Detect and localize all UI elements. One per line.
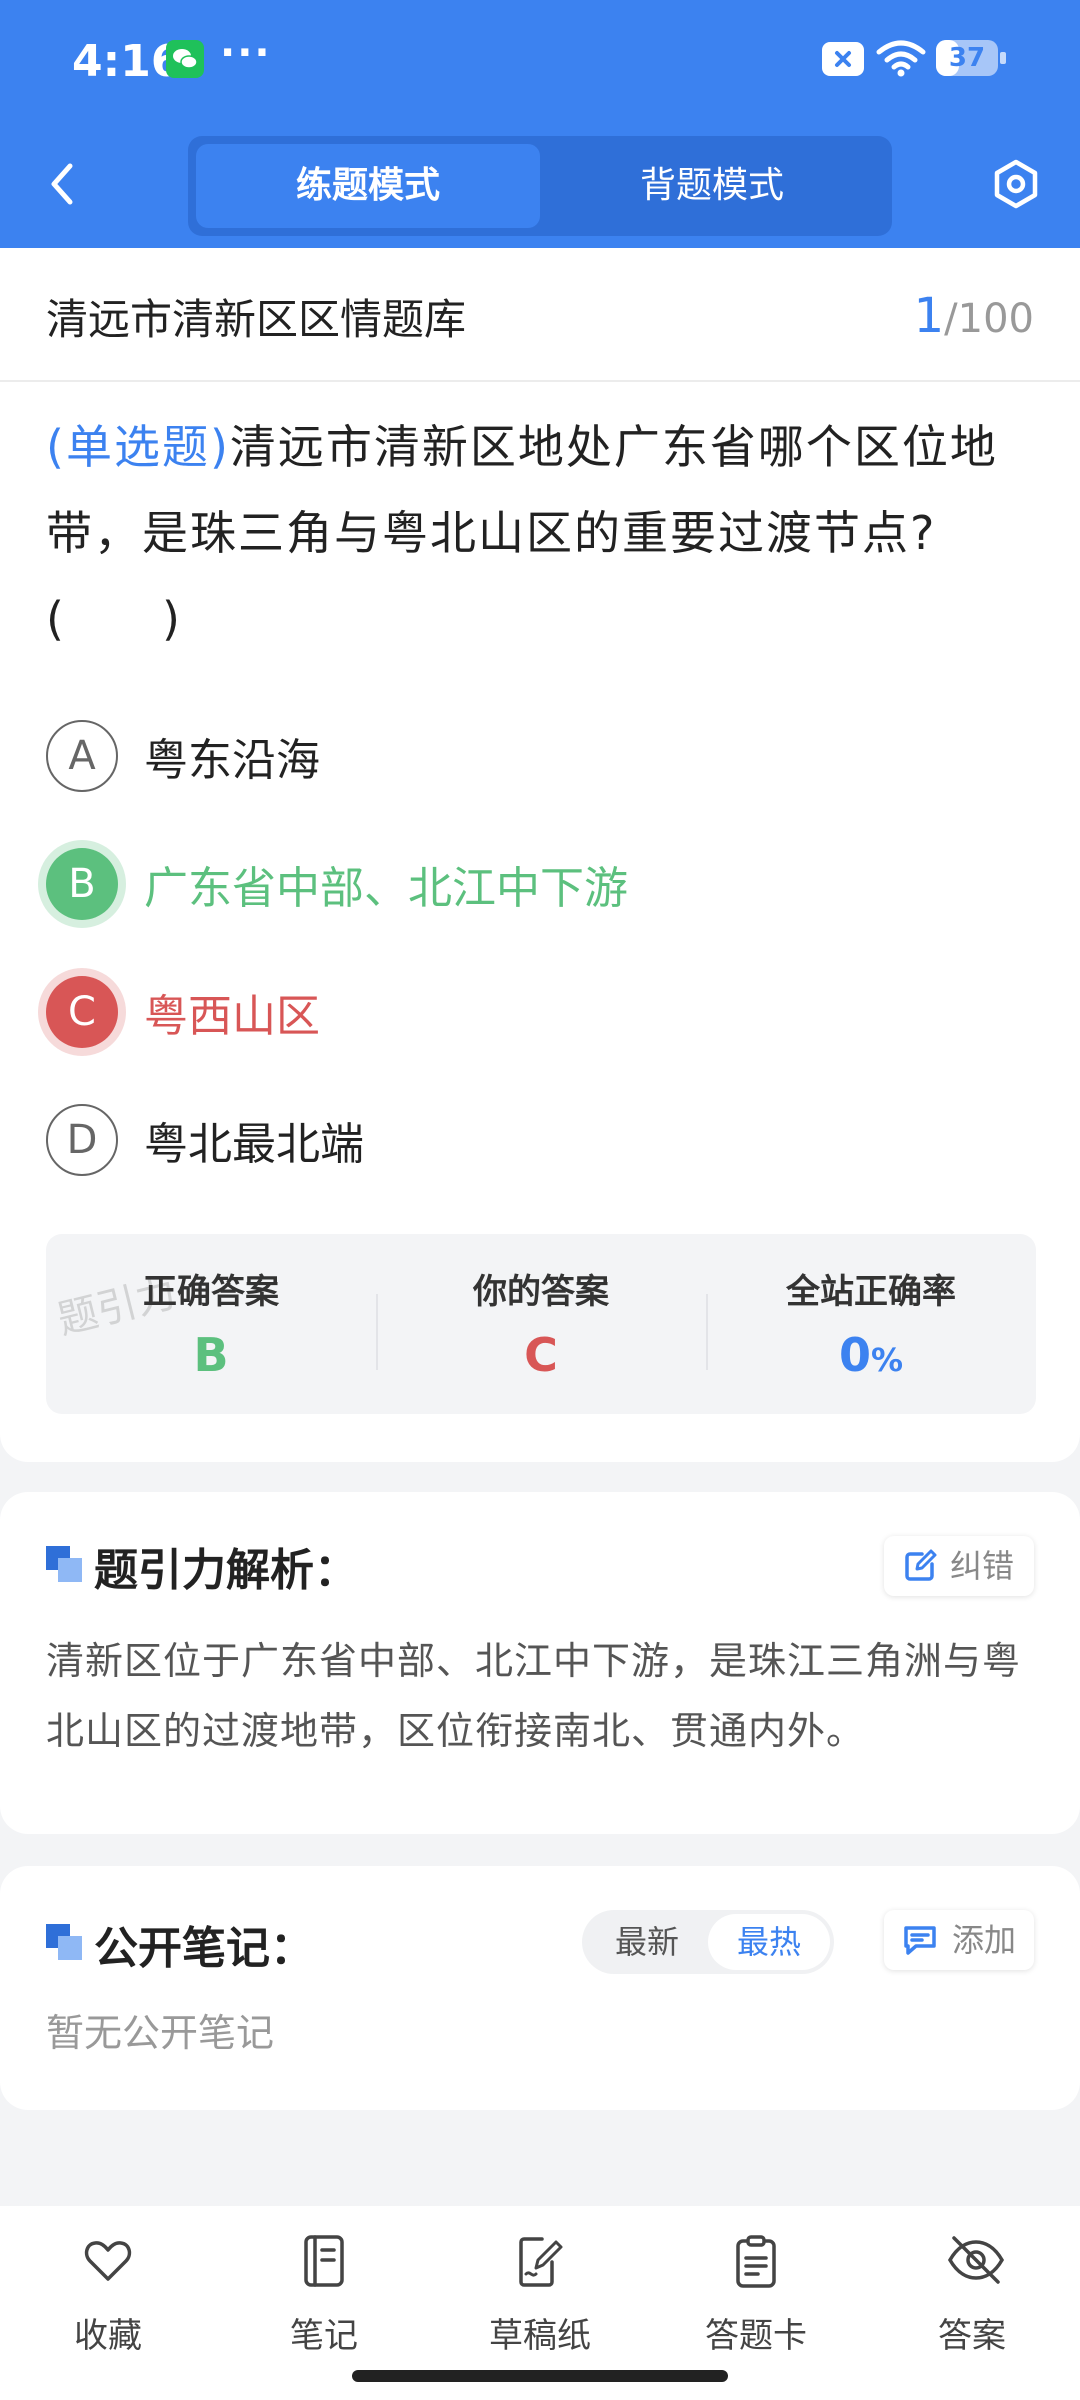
sort-hot-button[interactable]: 最热	[708, 1914, 830, 1970]
draft-paper-button[interactable]: 草稿纸	[460, 2226, 620, 2356]
option-text: 粤北最北端	[144, 1119, 364, 1170]
question-bank-title: 清远市清新区区情题库	[46, 295, 467, 344]
back-button[interactable]	[40, 156, 88, 212]
mode-switch: 练题模式 背题模式	[188, 136, 892, 236]
wechat-icon	[166, 40, 204, 78]
correct-answer-value: B	[193, 1328, 229, 1382]
report-error-label: 纠错	[949, 1547, 1014, 1585]
battery-level: 37	[948, 43, 986, 73]
option-c[interactable]: C 粤西山区	[46, 966, 1036, 1056]
favorite-label: 收藏	[74, 2316, 142, 2356]
answer-card-button[interactable]: 答题卡	[676, 2226, 836, 2356]
home-indicator	[352, 2370, 728, 2382]
analysis-title: 题引力解析：	[94, 1545, 358, 1596]
option-text: 粤东沿海	[144, 735, 320, 786]
question-text: (单选题)清远市清新区地处广东省哪个区位地带，是珠三角与粤北山区的重要过渡节点?…	[46, 404, 1036, 662]
settings-hexagon-icon	[994, 159, 1038, 209]
notebook-icon	[304, 2235, 344, 2287]
show-answer-button[interactable]: 答案	[892, 2226, 1052, 2356]
answer-card-icon	[736, 2235, 776, 2288]
edit-icon	[905, 1549, 937, 1581]
eye-off-icon	[947, 2236, 1005, 2284]
your-answer-value: C	[524, 1328, 558, 1382]
settings-button[interactable]	[990, 158, 1042, 210]
option-d[interactable]: D 粤北最北端	[46, 1094, 1036, 1184]
tab-practice-mode[interactable]: 练题模式	[196, 144, 540, 228]
site-accuracy-stat: 全站正确率 0%	[706, 1234, 1036, 1414]
chevron-left-icon	[51, 163, 73, 205]
battery-icon: 37	[936, 40, 1006, 76]
notes-label: 笔记	[290, 2316, 358, 2356]
option-text: 广东省中部、北江中下游	[144, 863, 628, 914]
section-icon	[46, 1546, 82, 1582]
divider	[0, 380, 1080, 382]
tab-memorize-mode[interactable]: 背题模式	[540, 144, 884, 228]
favorite-button[interactable]: 收藏	[28, 2226, 188, 2356]
question-counter: 1/100	[914, 288, 1034, 344]
app-header: 4:16 ··· 37 练题模式 背题模式	[0, 0, 1080, 248]
correct-answer-label: 正确答案	[143, 1272, 279, 1312]
option-letter: A	[46, 720, 118, 792]
option-letter: B	[46, 848, 118, 920]
heart-icon	[84, 2241, 132, 2281]
draft-paper-label: 草稿纸	[489, 2316, 591, 2356]
your-answer-label: 你的答案	[473, 1272, 609, 1312]
no-sim-icon	[822, 42, 864, 76]
site-accuracy-value: 0%	[838, 1328, 904, 1382]
draft-paper-icon	[519, 2237, 563, 2287]
report-error-button[interactable]: 纠错	[883, 1536, 1034, 1596]
analysis-card: 题引力解析： 纠错 清新区位于广东省中部、北江中下游，是珠江三角洲与粤北山区的过…	[0, 1492, 1080, 1834]
your-answer-stat: 你的答案 C	[376, 1234, 706, 1414]
sort-latest-button[interactable]: 最新	[586, 1914, 708, 1970]
correct-answer-stat: 正确答案 B	[46, 1234, 376, 1414]
site-accuracy-label: 全站正确率	[786, 1272, 956, 1312]
analysis-text: 清新区位于广东省中部、北江中下游，是珠江三角洲与粤北山区的过渡地带，区位衔接南北…	[46, 1639, 1022, 1753]
option-a[interactable]: A 粤东沿海	[46, 710, 1036, 800]
notes-sort-toggle: 最新 最热	[582, 1910, 834, 1974]
comment-icon	[904, 1926, 936, 1955]
section-icon	[46, 1924, 82, 1960]
public-notes-title: 公开笔记：	[94, 1923, 314, 1974]
notes-button[interactable]: 笔记	[244, 2226, 404, 2356]
show-answer-label: 答案	[938, 2316, 1006, 2356]
answer-card-label: 答题卡	[705, 2316, 807, 2356]
public-notes-card: 公开笔记： 最新 最热 添加 暂无公开笔记	[0, 1866, 1080, 2110]
notes-empty-text: 暂无公开笔记	[46, 2011, 275, 2055]
option-text: 粤西山区	[144, 991, 320, 1042]
current-question-number: 1	[913, 288, 945, 344]
add-note-button[interactable]: 添加	[883, 1910, 1034, 1970]
option-letter: D	[46, 1104, 118, 1176]
wifi-icon	[876, 38, 926, 82]
answer-stats: 题引力 正确答案 B 你的答案 C 全站正确率 0%	[46, 1234, 1036, 1414]
total-questions: /100	[944, 296, 1034, 342]
add-note-label: 添加	[951, 1921, 1016, 1959]
question-type: (单选题)	[46, 420, 230, 474]
question-card: 清远市清新区区情题库 1/100 (单选题)清远市清新区地处广东省哪个区位地带，…	[0, 248, 1080, 1462]
status-bar: 4:16 ··· 37	[0, 0, 1080, 118]
option-b[interactable]: B 广东省中部、北江中下游	[46, 838, 1036, 928]
more-notifications-icon: ···	[220, 30, 272, 76]
option-letter: C	[46, 976, 118, 1048]
